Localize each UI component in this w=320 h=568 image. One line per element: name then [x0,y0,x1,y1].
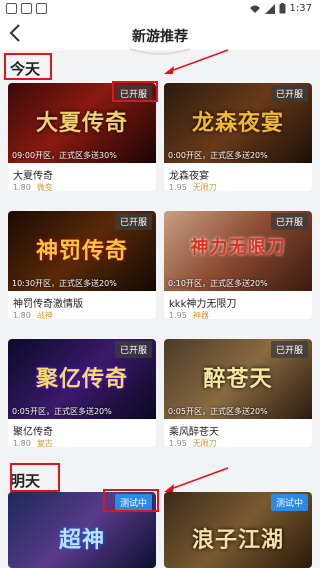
game-name: 龙森夜宴 [169,171,209,182]
notification-icon [6,3,17,14]
game-meta: 1.80 复古 [13,438,53,447]
game-meta: 1.80 战神 [13,310,53,319]
game-name: 大夏传奇 [13,171,53,182]
banner-logo-text: 大夏传奇 [35,111,128,136]
game-meta: 1.95 神器 [169,310,209,319]
annotation-box [103,489,159,512]
game-name: 乘风醉苍天 [169,427,219,438]
game-size: 1.80 [13,311,31,319]
open-time: 0:00开区，正式区多送20% [168,151,268,160]
status-badge: 已开服 [270,341,308,358]
banner-logo-text: 醉苍天 [203,367,273,392]
banner-logo-text: 神罚传奇 [35,239,128,264]
banner-logo-text: 超神 [58,528,105,553]
game-size: 1.80 [13,439,31,447]
banner-logo-text: 浪子江湖 [191,528,284,553]
game-meta: 1.95 无限刀 [169,182,217,191]
game-name: 聚亿传奇 [13,427,53,438]
game-name: 神罚传奇激情版 [13,299,83,310]
game-card[interactable]: 浪子江湖 测试中 [164,492,312,568]
annotation-arrow [164,49,229,74]
banner-logo-text: 龙森夜宴 [191,111,284,136]
annotation-box [112,81,158,102]
game-size: 1.95 [169,311,187,319]
game-card[interactable]: 神力无限刀 0:10开区，正式区多送20% 已开服 kkk神力无限刀 1.95 神… [164,211,312,319]
page: 1:37 新游推荐 今天 明天 大夏传奇 09:00开区，正式区多送30% 已开… [0,0,320,568]
open-time: 0:05开区，正式区多送20% [12,407,112,416]
notification-icon [36,3,47,14]
game-tag: 微变 [36,183,53,191]
game-card[interactable]: 龙森夜宴 0:00开区，正式区多送20% 已开服 龙森夜宴 1.95 无限刀 [164,83,312,191]
open-time: 0:10开区，正式区多送20% [168,279,268,288]
game-card[interactable]: 聚亿传奇 0:05开区，正式区多送20% 已开服 聚亿传奇 1.80 复古 [8,339,156,447]
clock: 1:37 [289,3,312,14]
status-badge: 已开服 [270,213,308,230]
status-badge: 已开服 [114,213,152,230]
game-tag: 无限刀 [192,183,217,191]
annotation-box [4,53,52,80]
wifi-icon [249,5,260,13]
notification-icon [21,3,32,14]
game-size: 1.95 [169,183,187,191]
game-tag: 神器 [192,311,209,319]
game-size: 1.80 [13,183,31,191]
page-title: 新游推荐 [132,29,188,45]
signal-icon [264,3,275,14]
header: 新游推荐 [0,18,320,50]
status-badge: 已开服 [114,341,152,358]
status-bar: 1:37 [0,0,320,18]
game-card[interactable]: 神罚传奇 10:30开区，正式区多送20% 已开服 神罚传奇激情版 1.80 战神 [8,211,156,319]
status-right: 1:37 [249,3,312,14]
game-name: kkk神力无限刀 [169,299,237,310]
game-meta: 1.95 无限刀 [169,438,217,447]
open-time: 10:30开区，正式区多送20% [12,279,117,288]
open-time: 0:05开区，正式区多送20% [168,407,268,416]
game-tag: 复古 [36,439,53,447]
status-badge: 测试中 [270,494,308,511]
status-badge: 已开服 [270,85,308,102]
battery-icon [279,3,286,14]
game-card[interactable]: 醉苍天 0:05开区，正式区多送20% 已开服 乘风醉苍天 1.95 无限刀 [164,339,312,447]
game-tag: 无限刀 [192,439,217,447]
game-size: 1.95 [169,439,187,447]
banner-logo-text: 神力无限刀 [190,237,286,258]
game-meta: 1.80 微变 [13,182,53,191]
annotation-box [10,463,60,492]
banner-logo-text: 聚亿传奇 [35,367,128,392]
game-tag: 战神 [36,311,53,319]
open-time: 09:00开区，正式区多送30% [12,151,117,160]
notification-icons [6,3,47,14]
